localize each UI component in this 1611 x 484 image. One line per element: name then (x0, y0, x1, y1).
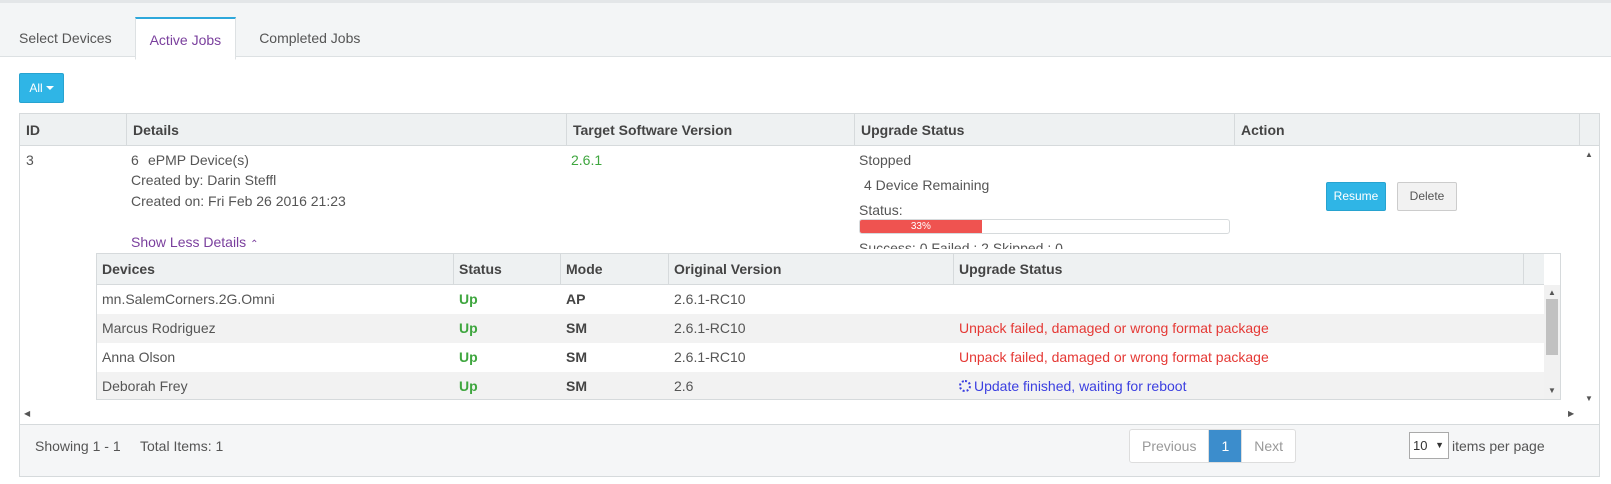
scrollbar-thumb[interactable] (1546, 299, 1558, 355)
device-type: ePMP Device(s) (148, 152, 249, 168)
delete-button[interactable]: Delete (1397, 182, 1457, 211)
created-on: Created on: Fri Feb 26 2016 21:23 (131, 193, 346, 209)
scroll-down-arrow-icon[interactable]: ▼ (1548, 386, 1556, 395)
device-status: Up (459, 320, 478, 336)
devices-subtable: Devices Status Mode Original Version Upg… (96, 253, 1561, 400)
horizontal-scrollbar[interactable]: ◀ ▶ (20, 405, 1580, 423)
col-action-header[interactable]: Action (1235, 114, 1580, 146)
device-upgrade-status: Unpack failed, damaged or wrong format p… (959, 349, 1269, 365)
table-row[interactable]: Deborah Frey Up SM 2.6 Update finished, … (97, 372, 1544, 399)
next-page-button[interactable]: Next (1242, 430, 1295, 462)
scroll-up-arrow-icon[interactable]: ▲ (1548, 288, 1556, 297)
device-version: 2.6.1-RC10 (674, 320, 746, 336)
total-items: Total Items: 1 (140, 438, 224, 454)
page-1-button[interactable]: 1 (1209, 430, 1243, 462)
target-version: 2.6.1 (571, 152, 603, 168)
device-status: Up (459, 291, 478, 307)
job-id: 3 (26, 152, 34, 168)
col-devices-header[interactable]: Devices (97, 254, 454, 285)
col-mode-header[interactable]: Mode (561, 254, 669, 285)
device-upgrade-status: Update finished, waiting for reboot (959, 372, 1186, 399)
pagination: Previous 1 Next (1129, 429, 1297, 463)
scroll-right-arrow-icon[interactable]: ▶ (1568, 409, 1574, 418)
col-upgrade-status-header[interactable]: Upgrade Status (855, 114, 1235, 146)
device-status: Up (459, 378, 478, 394)
show-less-label: Show Less Details (131, 234, 247, 250)
items-per-page-select[interactable]: 10 ▼ (1409, 432, 1449, 459)
jobs-table: ID Details Target Software Version Upgra… (19, 113, 1600, 477)
created-by: Created by: Darin Steffl (131, 172, 277, 188)
job-status: Stopped (859, 152, 912, 168)
resume-button[interactable]: Resume (1326, 182, 1386, 211)
device-version: 2.6 (674, 378, 694, 394)
select-caret-down-icon: ▼ (1435, 440, 1444, 450)
header-scroll-gutter (1580, 114, 1599, 146)
subtable-vertical-scrollbar[interactable]: ▲ ▼ (1544, 285, 1560, 399)
devices-subtable-header: Devices Status Mode Original Version Upg… (97, 254, 1544, 285)
jobs-table-header: ID Details Target Software Version Upgra… (20, 114, 1580, 146)
tab-completed-jobs[interactable]: Completed Jobs (240, 17, 379, 60)
caret-down-icon (45, 86, 54, 90)
table-row[interactable]: mn.SalemCorners.2G.Omni Up AP 2.6.1-RC10 (97, 285, 1544, 314)
device-name: mn.SalemCorners.2G.Omni (102, 291, 275, 307)
device-name: Marcus Rodriguez (102, 320, 216, 336)
tab-bar: Select Devices Active Jobs Completed Job… (0, 0, 1611, 60)
device-upgrade-status: Unpack failed, damaged or wrong format p… (959, 320, 1269, 336)
loading-spinner-icon (959, 380, 971, 392)
upgrade-progress-bar: 33% (859, 219, 1230, 234)
scroll-up-arrow-icon[interactable]: ▲ (1585, 150, 1593, 159)
showing-range: Showing 1 - 1 (35, 438, 121, 454)
filter-dropdown-button[interactable]: All (19, 73, 64, 103)
device-mode: SM (566, 349, 587, 365)
filter-label: All (29, 81, 43, 95)
summary-counts: Success: 0 Failed : 2 Skipped : 0 (859, 240, 1063, 249)
device-mode: SM (566, 378, 587, 394)
devices-remaining: 4 Device Remaining (864, 177, 990, 193)
show-less-details-link[interactable]: Show Less Details ⌃ (131, 234, 258, 250)
device-name: Anna Olson (102, 349, 176, 365)
device-name: Deborah Frey (102, 378, 188, 394)
col-id-header[interactable]: ID (20, 114, 127, 146)
progress-fill: 33% (860, 220, 982, 233)
chevron-up-icon: ⌃ (250, 239, 259, 250)
device-mode: SM (566, 320, 587, 336)
items-per-page-label: items per page (1452, 438, 1545, 454)
device-status: Up (459, 349, 478, 365)
status-label: Status: (859, 202, 903, 218)
table-row[interactable]: Marcus Rodriguez Up SM 2.6.1-RC10 Unpack… (97, 314, 1544, 343)
device-count: 6 (131, 152, 139, 168)
device-mode: AP (566, 291, 586, 307)
device-version: 2.6.1-RC10 (674, 291, 746, 307)
table-row[interactable]: Anna Olson Up SM 2.6.1-RC10 Unpack faile… (97, 343, 1544, 372)
summary-clip: Success: 0 Failed : 2 Skipped : 0 (859, 240, 1219, 249)
tabs: Select Devices Active Jobs Completed Job… (0, 17, 379, 60)
col-details-header[interactable]: Details (127, 114, 567, 146)
col-target-version-header[interactable]: Target Software Version (567, 114, 855, 146)
col-original-version-header[interactable]: Original Version (669, 254, 954, 285)
table-footer: Showing 1 - 1 Total Items: 1 Previous 1 … (20, 424, 1599, 476)
tab-select-devices[interactable]: Select Devices (0, 17, 131, 60)
col-device-upgrade-status-header[interactable]: Upgrade Status (954, 254, 1524, 285)
scroll-down-arrow-icon[interactable]: ▼ (1585, 394, 1593, 403)
col-status-header[interactable]: Status (454, 254, 561, 285)
items-per-page-value: 10 (1413, 438, 1428, 453)
tab-active-jobs[interactable]: Active Jobs (134, 17, 237, 60)
device-version: 2.6.1-RC10 (674, 349, 746, 365)
scroll-left-arrow-icon[interactable]: ◀ (24, 409, 30, 418)
previous-page-button[interactable]: Previous (1130, 430, 1210, 462)
